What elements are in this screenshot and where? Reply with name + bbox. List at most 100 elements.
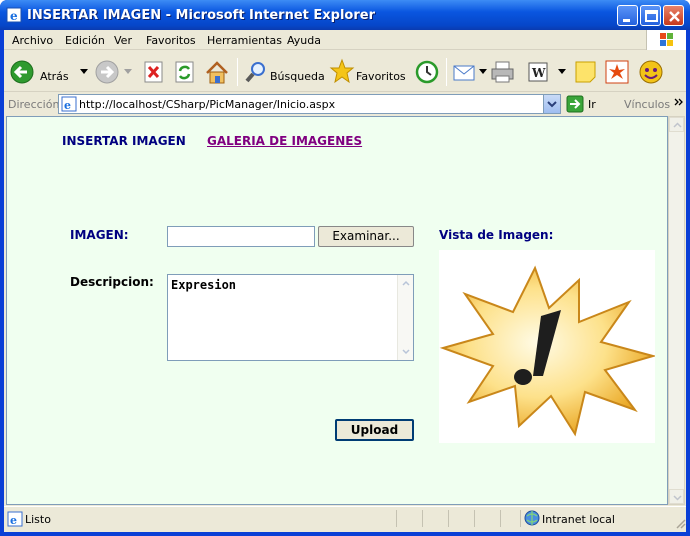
browser-window: e INSERTAR IMAGEN - Microsoft Internet E…	[0, 0, 690, 536]
status-cell	[474, 510, 500, 527]
toolbar-separator	[446, 58, 447, 86]
minimize-button[interactable]	[617, 5, 638, 26]
links-label[interactable]: Vínculos	[624, 98, 670, 111]
description-textarea[interactable]: Expresion	[167, 274, 414, 361]
toolbar: Atrás Búsqueda Favoritos W	[4, 52, 686, 92]
chevron-down-icon	[673, 495, 682, 501]
menu-bar: Archivo Edición Ver Favoritos Herramient…	[4, 30, 686, 50]
status-text: Listo	[25, 513, 51, 526]
menu-herramientas[interactable]: Herramientas	[207, 34, 282, 47]
image-preview	[439, 250, 657, 443]
nav-image-gallery[interactable]: GALERIA DE IMAGENES	[207, 134, 362, 148]
mail-button[interactable]	[452, 57, 488, 87]
word-icon: W	[528, 62, 548, 82]
chevron-down-icon	[547, 101, 557, 108]
minimize-icon	[623, 19, 630, 22]
image-file-input[interactable]	[167, 226, 315, 247]
close-button[interactable]	[663, 5, 684, 26]
svg-text:W: W	[531, 66, 546, 80]
status-zone: Intranet local	[542, 513, 615, 526]
svg-text:e: e	[64, 99, 71, 112]
upload-button[interactable]: Upload	[335, 419, 414, 441]
edit-button[interactable]: W	[526, 57, 566, 87]
nav-insert-image[interactable]: INSERTAR IMAGEN	[62, 134, 186, 148]
search-button[interactable]: Búsqueda	[244, 57, 325, 87]
toolbar-separator	[237, 58, 238, 86]
window-title: INSERTAR IMAGEN - Microsoft Internet Exp…	[27, 8, 376, 23]
history-icon	[415, 60, 439, 84]
forward-button[interactable]	[94, 57, 134, 87]
chevron-down-icon	[558, 69, 566, 74]
warning-burst-icon	[439, 265, 657, 437]
preview-label: Vista de Imagen:	[439, 228, 554, 242]
maximize-button[interactable]	[640, 5, 661, 26]
description-label: Descripcion:	[70, 275, 154, 289]
address-label: Dirección	[8, 98, 60, 111]
address-input[interactable]: e http://localhost/CSharp/PicManager/Ini…	[58, 94, 561, 114]
resize-grip-icon[interactable]	[674, 517, 686, 529]
chevron-up-icon	[673, 122, 682, 128]
back-arrow-icon	[10, 60, 34, 84]
chevron-down-icon	[80, 69, 88, 74]
assistant-button[interactable]	[636, 57, 666, 87]
menu-ayuda[interactable]: Ayuda	[287, 34, 321, 47]
refresh-button[interactable]	[173, 57, 197, 87]
page-scrollbar[interactable]	[668, 116, 685, 505]
page-content: INSERTAR IMAGEN GALERIA DE IMAGENES IMAG…	[6, 116, 668, 505]
close-icon	[669, 11, 680, 22]
description-value: Expresion	[171, 278, 237, 292]
menu-archivo[interactable]: Archivo	[12, 34, 53, 47]
address-url: http://localhost/CSharp/PicManager/Inici…	[79, 98, 336, 111]
windows-logo-icon	[646, 30, 686, 50]
browser-frame: Archivo Edición Ver Favoritos Herramient…	[4, 30, 686, 532]
mail-icon	[453, 65, 475, 81]
status-bar: e Listo Intranet local	[4, 506, 686, 530]
history-button[interactable]	[414, 57, 440, 87]
status-cell	[422, 510, 448, 527]
go-label: Ir	[588, 98, 596, 111]
search-label: Búsqueda	[270, 70, 325, 83]
go-arrow-icon	[566, 95, 584, 113]
forward-arrow-icon	[95, 60, 119, 84]
menu-favoritos[interactable]: Favoritos	[146, 34, 196, 47]
status-cell	[448, 510, 474, 527]
address-bar: Dirección e http://localhost/CSharp/PicM…	[4, 93, 686, 115]
chevron-up-icon[interactable]	[400, 277, 412, 289]
home-icon	[206, 61, 228, 84]
page-icon: e	[61, 96, 77, 112]
print-button[interactable]	[490, 57, 516, 87]
printer-icon	[491, 61, 514, 83]
scroll-down-button[interactable]	[669, 489, 684, 504]
menu-ver[interactable]: Ver	[114, 34, 132, 47]
svg-text:e: e	[10, 514, 17, 527]
note-icon	[575, 61, 596, 83]
notes-button[interactable]	[573, 57, 599, 87]
ie-icon: e	[6, 7, 22, 23]
star-icon	[329, 58, 355, 84]
status-cell	[500, 510, 520, 527]
title-bar[interactable]: e INSERTAR IMAGEN - Microsoft Internet E…	[0, 0, 690, 30]
chevron-right-icon[interactable]	[674, 97, 684, 107]
refresh-icon	[175, 61, 194, 83]
stop-button[interactable]	[142, 57, 166, 87]
status-cell	[396, 510, 422, 527]
back-button[interactable]: Atrás	[10, 57, 94, 87]
status-zone-cell: Intranet local	[520, 510, 686, 527]
browse-button[interactable]: Examinar...	[318, 226, 414, 247]
chevron-down-icon[interactable]	[400, 346, 412, 358]
search-icon	[245, 62, 265, 83]
favorites-label: Favoritos	[356, 70, 406, 83]
textarea-scrollbar[interactable]	[397, 275, 413, 360]
messenger-button[interactable]	[604, 57, 630, 87]
image-label: IMAGEN:	[70, 228, 129, 242]
favorites-button[interactable]: Favoritos	[329, 57, 409, 87]
globe-icon	[524, 510, 540, 526]
scroll-up-button[interactable]	[669, 117, 684, 132]
go-button[interactable]: Ir	[566, 95, 616, 113]
svg-text:e: e	[10, 9, 18, 23]
chevron-down-icon	[479, 69, 487, 74]
home-button[interactable]	[204, 57, 230, 87]
maximize-icon	[645, 10, 658, 22]
menu-edicion[interactable]: Edición	[65, 34, 105, 47]
address-dropdown-button[interactable]	[543, 95, 560, 113]
